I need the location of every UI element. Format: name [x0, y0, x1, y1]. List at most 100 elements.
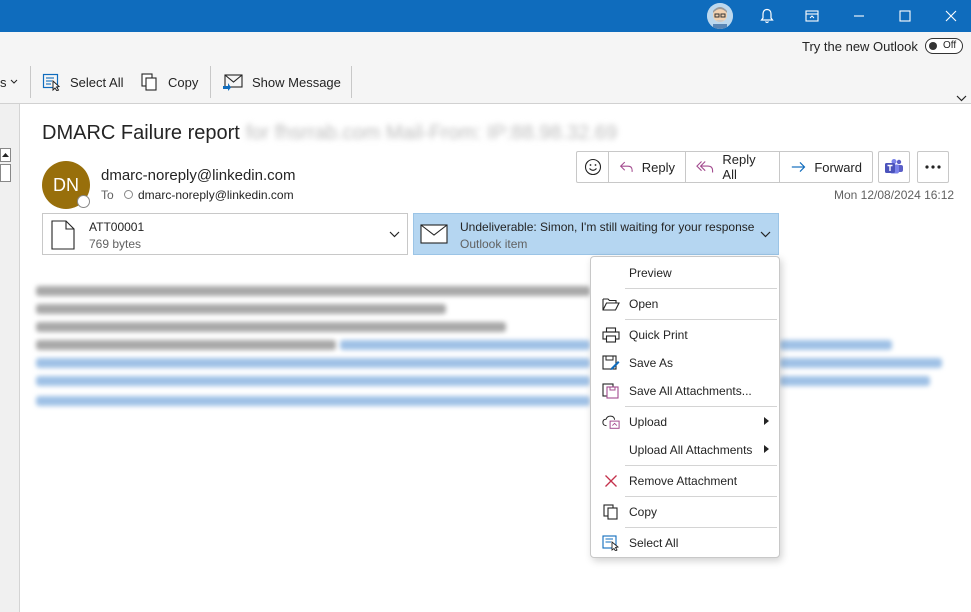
select-all-icon [602, 535, 620, 551]
blurred-line [36, 304, 446, 314]
folder-open-icon [602, 296, 620, 312]
blurred-link [36, 376, 590, 386]
menu-item-label: Save As [629, 356, 674, 370]
menu-item-copy[interactable]: Copy [591, 499, 779, 525]
menu-item-preview[interactable]: Preview [591, 260, 779, 286]
menu-item-save-as[interactable]: Save As [591, 350, 779, 376]
printer-icon [602, 327, 620, 343]
menu-item-upload-all-attachments[interactable]: Upload All Attachments [591, 437, 779, 463]
reply-label: Reply [641, 159, 675, 175]
copy-icon [141, 73, 157, 91]
avatar-icon[interactable] [707, 3, 733, 29]
blurred-line [36, 340, 336, 350]
restore-window-icon[interactable] [790, 0, 834, 32]
menu-item-label: Upload [629, 415, 668, 429]
ribbon-divider [351, 66, 352, 98]
attachment-name: Undeliverable: Simon, I'm still waiting … [460, 220, 755, 234]
new-outlook-bar: Try the new Outlook [0, 32, 971, 60]
blurred-link [780, 358, 942, 368]
chevron-down-icon[interactable] [760, 231, 771, 238]
message-subject: DMARC Failure report for fhsrrab.com Mail… [42, 122, 617, 145]
menu-item-select-all[interactable]: Select All [591, 530, 779, 556]
attachment-card[interactable]: ATT00001 769 bytes [42, 213, 408, 255]
copy-label: Copy [168, 74, 199, 90]
menu-separator [625, 406, 777, 407]
forward-arrow-icon [791, 162, 806, 172]
save-as-icon [602, 355, 620, 371]
attachment-card-selected[interactable]: Undeliverable: Simon, I'm still waiting … [413, 213, 779, 255]
reply-all-button[interactable]: Reply All [686, 152, 780, 182]
recipient-address[interactable]: dmarc-noreply@linkedin.com [138, 188, 294, 202]
presence-status-icon [77, 195, 90, 208]
emoji-reaction-button[interactable] [577, 152, 609, 182]
left-pane-edge [0, 104, 20, 612]
toggle-knob [929, 42, 937, 50]
menu-item-label: Save All Attachments... [629, 384, 752, 398]
menu-item-remove-attachment[interactable]: Remove Attachment [591, 468, 779, 494]
scroll-thumb[interactable] [0, 164, 11, 182]
attachment-type: Outlook item [460, 237, 528, 251]
blurred-line [36, 322, 506, 332]
blurred-link [780, 376, 930, 386]
close-icon[interactable] [929, 0, 971, 32]
menu-item-label: Preview [629, 266, 672, 280]
upload-icon [602, 414, 620, 430]
to-label: To [101, 188, 114, 202]
blurred-line [36, 286, 590, 296]
blurred-link [36, 358, 590, 368]
submenu-arrow-icon [764, 445, 769, 453]
menu-item-upload[interactable]: Upload [591, 409, 779, 435]
select-all-button[interactable]: Select All [42, 68, 123, 96]
message-timestamp: Mon 12/08/2024 16:12 [834, 188, 955, 202]
menu-item-open[interactable]: Open [591, 291, 779, 317]
subject-blurred-text: for fhsrrab.com Mail-From: IP:88.98.32.6… [245, 122, 618, 144]
subject-text: DMARC Failure report [42, 122, 240, 144]
select-all-label: Select All [70, 74, 124, 90]
ribbon-partial-label: s [0, 74, 7, 90]
menu-separator [625, 496, 777, 497]
menu-item-label: Quick Print [629, 328, 688, 342]
file-icon [51, 220, 75, 250]
sender-address[interactable]: dmarc-noreply@linkedin.com [101, 167, 295, 184]
minimize-icon[interactable] [837, 0, 881, 32]
maximize-icon[interactable] [883, 0, 927, 32]
bell-icon[interactable] [745, 0, 789, 32]
teams-icon [885, 159, 903, 174]
chevron-down-icon[interactable] [389, 231, 400, 238]
forward-button[interactable]: Forward [780, 152, 872, 182]
menu-separator [625, 465, 777, 466]
remove-icon [602, 473, 620, 489]
ribbon-divider [30, 66, 31, 98]
menu-item-label: Open [629, 297, 659, 311]
submenu-arrow-icon [764, 417, 769, 425]
teams-button[interactable] [878, 151, 910, 183]
toggle-state-label: Off [943, 40, 957, 51]
scroll-up-icon[interactable] [0, 148, 11, 162]
blurred-link [780, 340, 892, 350]
forward-label: Forward [814, 159, 862, 175]
select-all-icon [42, 73, 61, 91]
menu-item-quick-print[interactable]: Quick Print [591, 322, 779, 348]
ribbon-partial-button[interactable]: s [0, 68, 18, 96]
reply-button[interactable]: Reply [609, 152, 686, 182]
more-actions-button[interactable] [917, 151, 949, 183]
show-message-label: Show Message [252, 74, 341, 90]
menu-item-label: Remove Attachment [629, 474, 738, 488]
new-outlook-label: Try the new Outlook [802, 39, 918, 54]
blurred-link [36, 396, 590, 406]
envelope-icon [420, 224, 448, 244]
reply-all-label: Reply All [722, 152, 756, 182]
new-outlook-toggle[interactable]: Off [925, 38, 963, 54]
ribbon-expand-icon[interactable] [956, 90, 967, 105]
attachment-size: 769 bytes [89, 237, 142, 251]
recipient-presence-icon [124, 190, 133, 199]
menu-separator [625, 527, 777, 528]
copy-button[interactable]: Copy [140, 68, 198, 96]
show-message-button[interactable]: Show Message [222, 68, 341, 96]
reply-all-icon [696, 161, 714, 173]
smiley-icon [584, 158, 601, 176]
menu-item-label: Upload All Attachments [629, 443, 753, 457]
menu-item-save-all-attachments[interactable]: Save All Attachments... [591, 378, 779, 404]
save-all-icon [602, 383, 620, 399]
title-bar [0, 0, 971, 32]
